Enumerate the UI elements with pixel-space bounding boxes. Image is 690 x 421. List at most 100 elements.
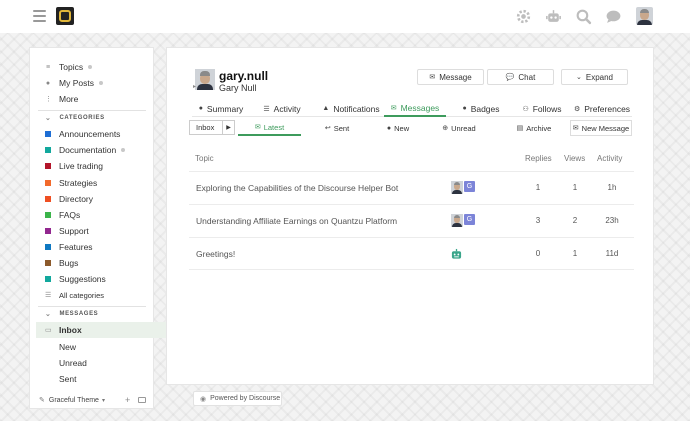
double-chevron-down-icon: ⌄	[575, 74, 582, 81]
sidebar-category-suggestions[interactable]: Suggestions	[30, 271, 153, 287]
powered-by-label: Powered by Discourse	[210, 395, 281, 402]
site-logo[interactable]	[56, 7, 74, 25]
tab-notifications[interactable]: ▲ Notifications	[316, 100, 386, 117]
tab-label: Summary	[206, 103, 244, 114]
full-name: Gary Null	[219, 83, 257, 93]
subnav-archive[interactable]: ▤ Archive	[505, 120, 563, 136]
expand-button[interactable]: ⌄ Expand	[561, 69, 628, 85]
tab-activity[interactable]: ☰ Activity	[257, 100, 307, 117]
sidebar-category-announcements[interactable]: Announcements	[30, 126, 153, 142]
button-label: Message	[439, 72, 472, 82]
subnav-unread[interactable]: ⊕ Unread	[431, 120, 487, 136]
tab-label: Preferences	[584, 103, 631, 114]
sidebar-category-strategies[interactable]: Strategies	[30, 175, 153, 191]
views-count: 1	[572, 249, 578, 258]
inbox-dropdown[interactable]: Inbox ▶	[189, 120, 235, 135]
search-icon[interactable]	[575, 8, 592, 25]
sidebar-category-support[interactable]: Support	[30, 223, 153, 239]
tab-label: Badges	[470, 103, 500, 114]
subnav-label: Sent	[333, 123, 350, 133]
add-section-icon[interactable]: +	[125, 395, 130, 405]
column-header-views[interactable]: Views	[564, 154, 585, 163]
current-user-avatar[interactable]	[636, 7, 653, 25]
bell-icon: ▲	[322, 105, 330, 112]
envelope-icon: ✉	[429, 74, 436, 81]
sidebar-category-bugs[interactable]: Bugs	[30, 255, 153, 271]
poster-avatar[interactable]	[451, 181, 463, 194]
sidebar-item-more[interactable]: ⋮ More	[30, 91, 153, 107]
new-message-button[interactable]: ✉ New Message	[570, 120, 632, 136]
robot-icon[interactable]	[545, 8, 562, 25]
sidebar-item-label: Documentation	[59, 145, 117, 155]
sidebar-item-sent[interactable]: Sent	[30, 371, 153, 387]
caret-right-icon: ▶	[222, 121, 234, 134]
views-count: 2	[572, 216, 578, 225]
activity-time[interactable]: 1h	[600, 183, 624, 192]
sidebar-item-label: Live trading	[59, 161, 103, 171]
theme-icon[interactable]	[515, 8, 532, 25]
activity-time[interactable]: 23h	[600, 216, 624, 225]
powered-by-discourse-link[interactable]: ◉ Powered by Discourse	[193, 391, 282, 406]
user-icon: ●	[45, 79, 51, 87]
message-button[interactable]: ✉ Message	[417, 69, 484, 85]
bot-avatar-icon[interactable]	[451, 248, 462, 260]
column-header-activity[interactable]: Activity	[597, 154, 622, 163]
sidebar-item-label: Sent	[59, 374, 77, 384]
sidebar-item-unread[interactable]: Unread	[30, 355, 153, 371]
subnav-new[interactable]: ● New	[373, 120, 423, 136]
tab-follows[interactable]: ⚇ Follows	[514, 100, 570, 117]
sidebar-item-label: Features	[59, 242, 93, 252]
column-header-topic[interactable]: Topic	[195, 154, 214, 163]
sidebar-item-my-posts[interactable]: ● My Posts	[30, 75, 153, 91]
chat-icon[interactable]	[605, 8, 622, 25]
exclamation-circle-icon: ●	[386, 124, 392, 132]
table-row[interactable]: Understanding Affiliate Earnings on Quan…	[189, 204, 634, 237]
chat-button[interactable]: 💬 Chat	[487, 69, 554, 85]
hamburger-menu-icon[interactable]	[33, 10, 46, 22]
topic-title-link[interactable]: Exploring the Capabilities of the Discou…	[196, 183, 398, 193]
chevron-down-icon: ⌄	[45, 311, 52, 318]
sidebar-item-inbox[interactable]: ▭ Inbox	[36, 322, 168, 338]
keyboard-shortcuts-icon[interactable]	[138, 397, 146, 403]
replies-count: 3	[535, 216, 541, 225]
sidebar-item-label: Directory	[59, 194, 94, 204]
tab-summary[interactable]: ● Summary	[194, 100, 248, 117]
tab-badges[interactable]: ● Badges	[453, 100, 509, 117]
sidebar-item-new[interactable]: New	[30, 339, 153, 355]
replies-count: 0	[535, 249, 541, 258]
views-count: 1	[572, 183, 578, 192]
theme-selector[interactable]: Graceful Theme	[49, 397, 99, 404]
subnav-sent[interactable]: ↩ Sent	[307, 120, 367, 136]
tab-messages[interactable]: ✉ Messages	[384, 100, 446, 117]
messages-section-header[interactable]: ⌄ MESSAGES	[45, 310, 98, 318]
category-color-swatch	[45, 276, 51, 282]
subnav-latest[interactable]: ✉ Latest	[238, 120, 301, 136]
chevron-down-icon: ⌄	[45, 115, 52, 122]
replies-count: 1	[535, 183, 541, 192]
sidebar-item-topics[interactable]: ≡ Topics	[30, 59, 153, 75]
category-color-swatch	[45, 163, 51, 169]
sidebar-category-live-trading[interactable]: Live trading	[30, 158, 153, 174]
activity-time[interactable]: 11d	[600, 249, 624, 258]
table-row[interactable]: Exploring the Capabilities of the Discou…	[189, 171, 634, 204]
column-header-replies[interactable]: Replies	[525, 154, 552, 163]
list-icon: ☰	[45, 292, 52, 299]
category-color-swatch	[45, 228, 51, 234]
user-profile-avatar[interactable]	[195, 69, 215, 90]
poster-avatar[interactable]: G	[464, 214, 475, 225]
subnav-label: Unread	[451, 123, 476, 133]
reply-icon: ↩	[324, 125, 331, 132]
sidebar-category-documentation[interactable]: Documentation	[30, 142, 153, 158]
topic-title-link[interactable]: Greetings!	[196, 249, 235, 259]
sidebar-category-features[interactable]: Features	[30, 239, 153, 255]
topic-title-link[interactable]: Understanding Affiliate Earnings on Quan…	[196, 216, 397, 226]
poster-avatar[interactable]	[451, 214, 463, 227]
sidebar-category-faqs[interactable]: FAQs	[30, 207, 153, 223]
chevron-down-icon[interactable]: ▾	[102, 397, 105, 404]
sidebar-category-directory[interactable]: Directory	[30, 191, 153, 207]
poster-avatar[interactable]: G	[464, 181, 475, 192]
table-row[interactable]: Greetings! 0 1 11d	[189, 237, 634, 270]
categories-section-header[interactable]: ⌄ CATEGORIES	[45, 114, 105, 122]
tab-preferences[interactable]: ⚙ Preferences	[572, 100, 632, 117]
sidebar-all-categories[interactable]: ☰ All categories	[30, 287, 153, 303]
